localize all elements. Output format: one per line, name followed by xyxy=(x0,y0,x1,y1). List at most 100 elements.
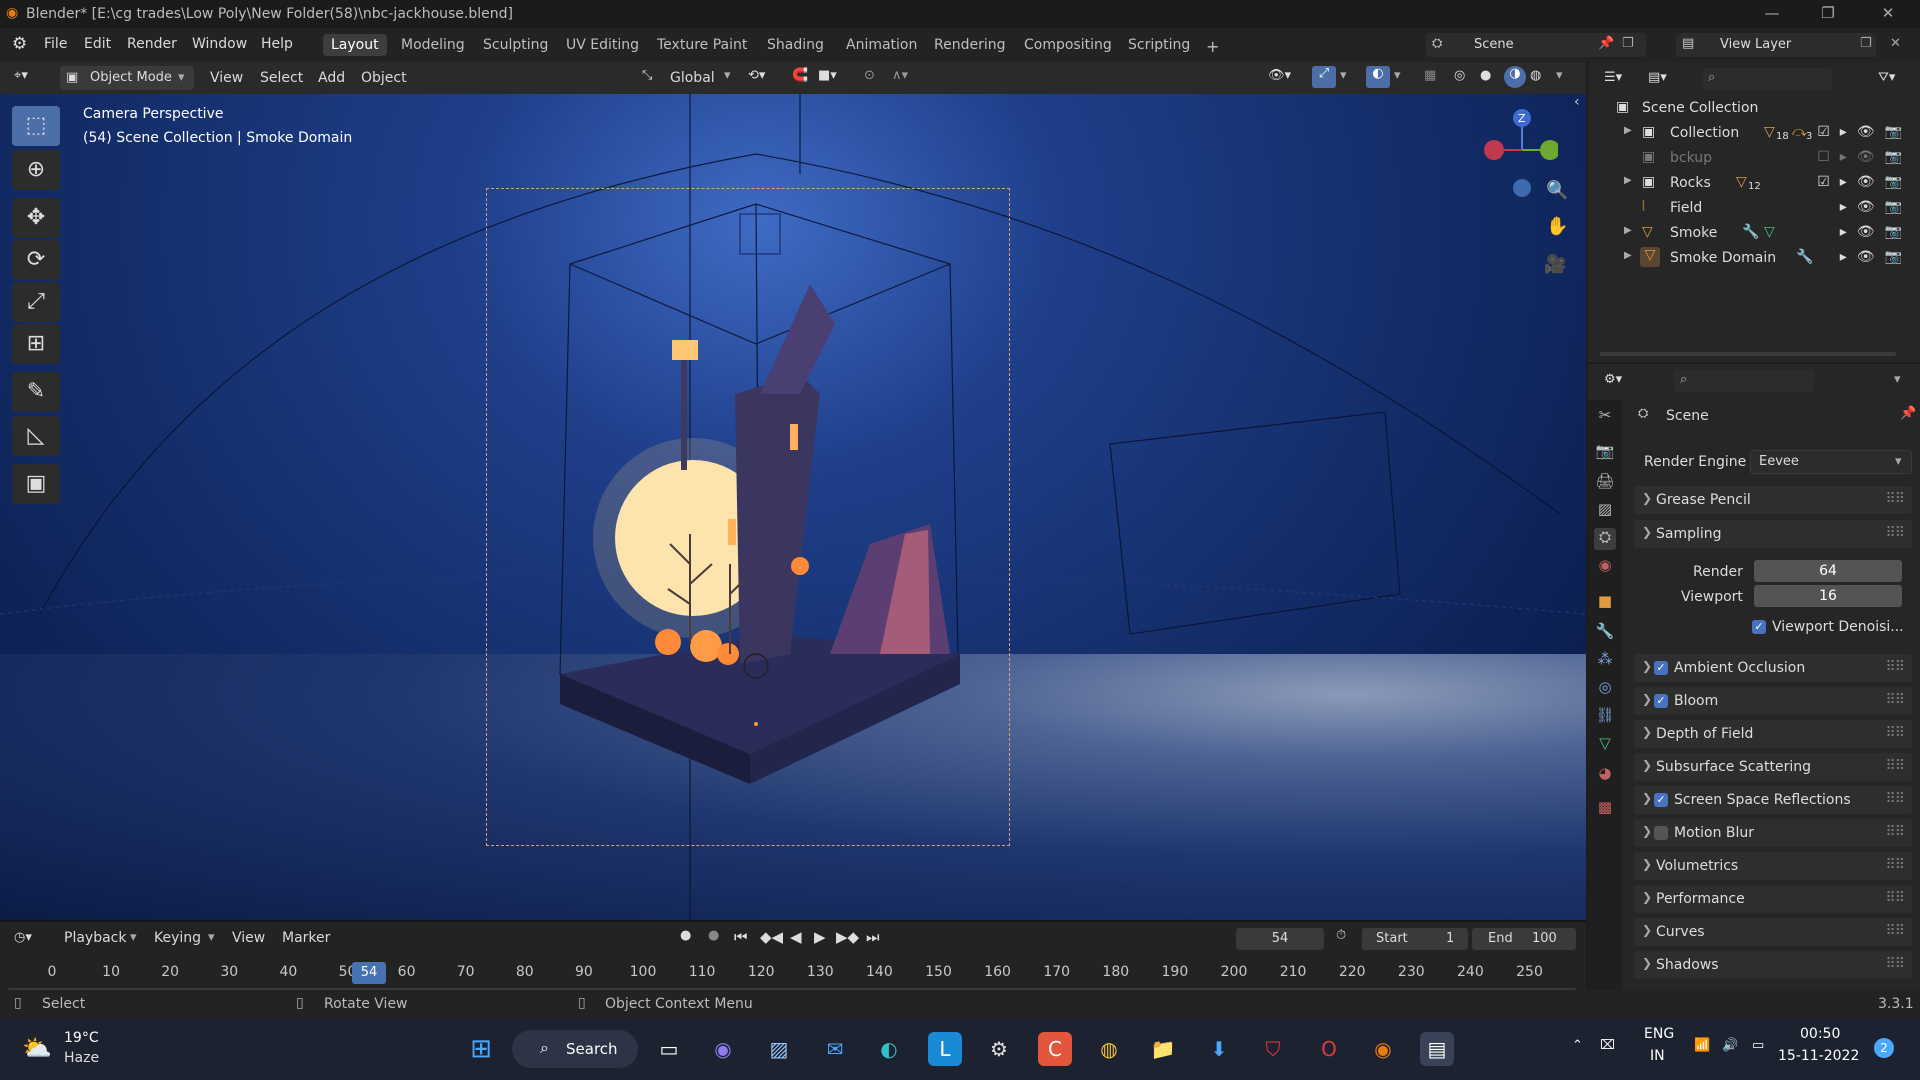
clock-time[interactable]: 00:50 xyxy=(1800,1026,1840,1042)
minimize-icon[interactable]: — xyxy=(1752,4,1792,22)
play-icon[interactable]: ▶ xyxy=(814,928,826,946)
outliner-editor-type-icon[interactable]: ☰▾ xyxy=(1604,70,1622,85)
row-visibility-icons[interactable]: ▸👁📷 xyxy=(1840,224,1912,240)
photos-icon[interactable]: ▨ xyxy=(762,1032,796,1066)
modifier-tab-icon[interactable]: 🔧 xyxy=(1594,622,1616,644)
properties-editor-type-icon[interactable]: ⚙▾ xyxy=(1604,372,1622,387)
cursor-tool[interactable]: ⊕ xyxy=(12,150,60,190)
panel-performance[interactable]: ❯ Performance ⠿⠿ xyxy=(1634,885,1912,913)
playhead-frame[interactable]: 54 xyxy=(352,962,386,984)
visibility-icon[interactable]: 👁▾ xyxy=(1268,68,1291,83)
download-app-icon[interactable]: ⬇ xyxy=(1202,1032,1236,1066)
taskbar-search[interactable]: ⌕ Search xyxy=(512,1030,638,1068)
row-visibility-icons[interactable]: ☐▸👁📷 xyxy=(1817,149,1912,165)
windows-start-icon[interactable]: ⊞ xyxy=(464,1032,498,1066)
drag-handle-icon[interactable]: ⠿⠿ xyxy=(1885,692,1904,708)
stopwatch-icon[interactable]: ⏱ xyxy=(1336,928,1346,943)
mail-icon[interactable]: ✉ xyxy=(818,1032,852,1066)
timeline-editor-type-icon[interactable]: ◷▾ xyxy=(14,930,32,945)
render-samples-field[interactable]: 64 xyxy=(1754,560,1902,582)
drag-handle-icon[interactable]: ⠿⠿ xyxy=(1885,890,1904,906)
drag-handle-icon[interactable]: ⠿⠿ xyxy=(1885,956,1904,972)
scene-selector[interactable]: ⛭ Scene 📌 ❐ xyxy=(1426,33,1646,57)
menu-keying[interactable]: Keying xyxy=(154,930,201,946)
drag-handle-icon[interactable]: ⠿⠿ xyxy=(1885,525,1904,541)
snap-icon[interactable]: 🧲 xyxy=(792,68,808,83)
tab-compositing[interactable]: Compositing xyxy=(1016,34,1120,56)
display-mode-icon[interactable]: ▤▾ xyxy=(1648,70,1667,85)
end-frame-field[interactable]: End 100 xyxy=(1472,928,1576,950)
chevron-down-icon[interactable]: ▾ xyxy=(1340,68,1347,83)
sidebar-toggle-icon[interactable]: ‹ xyxy=(1574,94,1580,110)
expand-arrow-icon[interactable]: ▶ xyxy=(1624,250,1632,261)
viewport-samples-field[interactable]: 16 xyxy=(1754,585,1902,607)
select-box-tool[interactable]: ⬚ xyxy=(12,106,60,146)
drag-handle-icon[interactable]: ⠿⠿ xyxy=(1885,857,1904,873)
app-l-icon[interactable]: L xyxy=(928,1032,962,1066)
tool-tab-icon[interactable]: ✂ xyxy=(1594,406,1616,428)
add-workspace-button[interactable]: + xyxy=(1198,34,1227,59)
menu-view[interactable]: View xyxy=(210,70,243,86)
weather-icon[interactable]: ⛅ xyxy=(22,1034,52,1062)
settings-gear-icon[interactable]: ⚙ xyxy=(982,1032,1016,1066)
auto-key-icon[interactable]: ● xyxy=(708,928,719,943)
menu-add[interactable]: Add xyxy=(318,70,345,86)
panel-motion-blur[interactable]: ❯ Motion Blur ⠿⠿ xyxy=(1634,819,1912,847)
tab-modeling[interactable]: Modeling xyxy=(393,34,473,56)
scale-tool[interactable]: ⤢ xyxy=(12,282,60,322)
tab-rendering[interactable]: Rendering xyxy=(926,34,1014,56)
panel-curves[interactable]: ❯ Curves ⠿⠿ xyxy=(1634,918,1912,946)
restore-icon[interactable]: ❐ xyxy=(1808,4,1848,22)
outliner-item[interactable]: ▶ ▣ Collection ▽ 18 ⤼ 3 ☑▸👁📷 xyxy=(1588,121,1920,146)
blender-menu-icon[interactable]: ⚙ xyxy=(12,34,27,54)
menu-playback[interactable]: Playback xyxy=(64,930,126,946)
menu-render[interactable]: Render xyxy=(127,36,177,52)
overlay-toggle-icon[interactable]: ◐ xyxy=(1366,66,1390,88)
menu-edit[interactable]: Edit xyxy=(84,36,111,52)
bloom-checkbox[interactable]: ✓ xyxy=(1654,694,1668,708)
menu-select[interactable]: Select xyxy=(260,70,303,86)
outliner-item[interactable]: ▶ ▽ Smoke Domain 🔧 ▸👁📷 xyxy=(1588,246,1920,271)
solid-shading-icon[interactable]: ● xyxy=(1480,68,1491,83)
transform-tool[interactable]: ⊞ xyxy=(12,324,60,364)
zoom-icon[interactable]: 🔍 xyxy=(1546,180,1568,201)
rotate-tool[interactable]: ⟳ xyxy=(12,240,60,280)
world-tab-icon[interactable]: ◉ xyxy=(1594,556,1616,578)
pin-icon[interactable]: 📌 xyxy=(1598,36,1614,51)
wireframe-shading-icon[interactable]: ◎ xyxy=(1454,68,1465,83)
panel-volumetrics[interactable]: ❯ Volumetrics ⠿⠿ xyxy=(1634,852,1912,880)
drag-handle-icon[interactable]: ⠿⠿ xyxy=(1885,824,1904,840)
3d-viewport[interactable]: Camera Perspective (54) Scene Collection… xyxy=(0,94,1586,920)
menu-window[interactable]: Window xyxy=(192,36,247,52)
language-label[interactable]: ENG xyxy=(1644,1026,1674,1042)
row-visibility-icons[interactable]: ▸👁📷 xyxy=(1840,199,1912,215)
render-engine-dropdown[interactable]: Eevee ▾ xyxy=(1750,450,1912,474)
panel-subsurface-scattering[interactable]: ❯ Subsurface Scattering ⠿⠿ xyxy=(1634,753,1912,781)
scene-tab-icon[interactable]: ⛭ xyxy=(1594,528,1616,550)
view-layer-tab-icon[interactable]: ▨ xyxy=(1594,500,1616,522)
expand-arrow-icon[interactable]: ▶ xyxy=(1624,125,1632,136)
snap-target-icon[interactable]: ■▾ xyxy=(818,68,837,83)
edge-browser-icon[interactable]: ◐ xyxy=(872,1032,906,1066)
panel-grease-pencil[interactable]: ❯ Grease Pencil ⠿⠿ xyxy=(1634,486,1912,514)
tab-animation[interactable]: Animation xyxy=(838,34,925,56)
pivot-icon[interactable]: ⟲▾ xyxy=(748,68,765,83)
outliner-item[interactable]: ▣ bckup ☐▸👁📷 xyxy=(1588,146,1920,171)
physics-tab-icon[interactable]: ◎ xyxy=(1594,678,1616,700)
view-layer-selector[interactable]: ▤ View Layer ❐ xyxy=(1676,33,1876,57)
row-visibility-icons[interactable]: ☑▸👁📷 xyxy=(1817,124,1912,140)
falloff-icon[interactable]: ∧▾ xyxy=(892,68,908,83)
outliner-root[interactable]: ▣ Scene Collection xyxy=(1588,96,1920,121)
tab-scripting[interactable]: Scripting xyxy=(1120,34,1198,56)
menu-file[interactable]: File xyxy=(44,36,67,52)
menu-object[interactable]: Object xyxy=(361,70,407,86)
drag-handle-icon[interactable]: ⠿⠿ xyxy=(1885,659,1904,675)
move-tool[interactable]: ✥ xyxy=(12,198,60,238)
gizmo-toggle-icon[interactable]: ⤢ xyxy=(1312,66,1336,88)
app-c-icon[interactable]: C xyxy=(1038,1032,1072,1066)
tab-shading[interactable]: Shading xyxy=(759,34,832,56)
expand-arrow-icon[interactable]: ▶ xyxy=(1624,225,1632,236)
drag-handle-icon[interactable]: ⠿⠿ xyxy=(1885,791,1904,807)
motion-blur-checkbox[interactable] xyxy=(1654,826,1668,840)
rendered-shading-icon[interactable]: ◍ xyxy=(1530,68,1541,83)
